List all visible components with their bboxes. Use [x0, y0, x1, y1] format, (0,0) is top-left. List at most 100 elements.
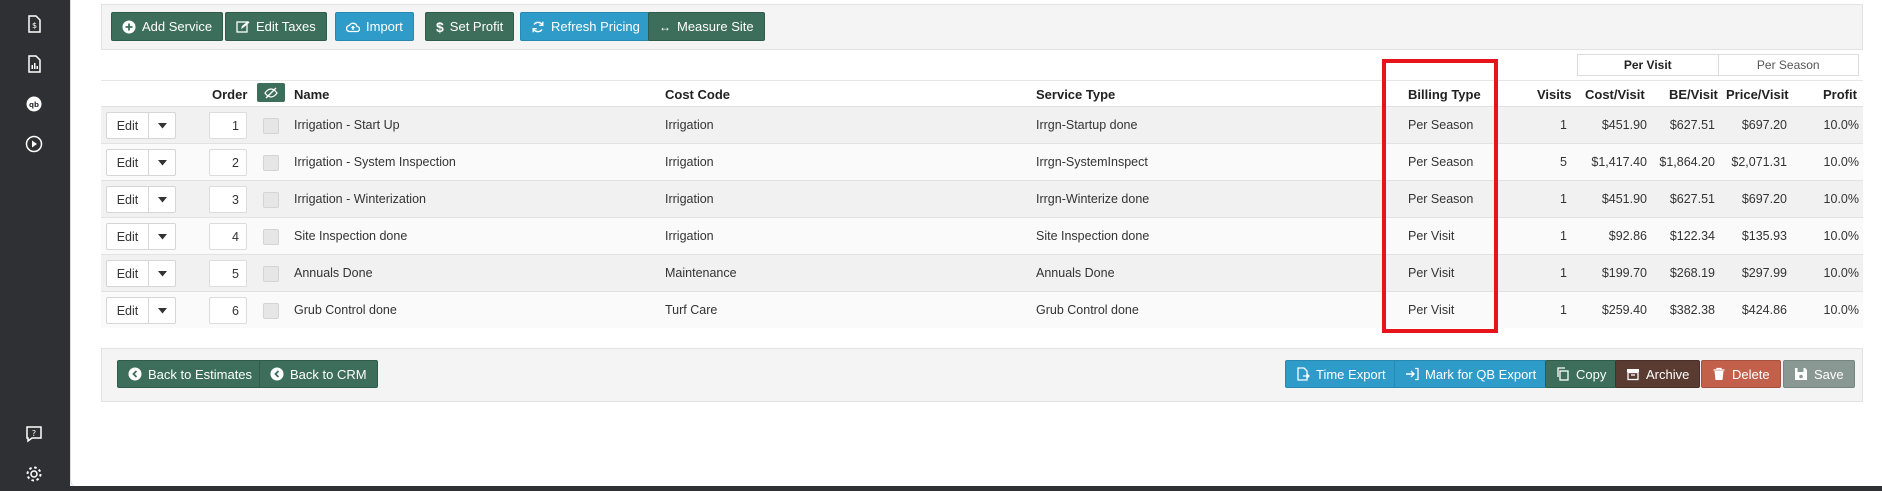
- profit: 10.0%: [1823, 303, 1859, 317]
- row-checkbox[interactable]: [263, 155, 279, 171]
- row-edit-group: Edit: [106, 260, 176, 287]
- sign-in-icon: [1406, 367, 1419, 381]
- per-visit-toggle[interactable]: Per Visit: [1578, 55, 1719, 75]
- service-name: Grub Control done: [294, 303, 397, 317]
- archive-icon: [1627, 369, 1639, 381]
- col-service-type[interactable]: Service Type: [1036, 87, 1115, 102]
- refresh-icon: [532, 21, 544, 32]
- edit-taxes-button[interactable]: Edit Taxes: [225, 12, 327, 41]
- row-edit-button[interactable]: Edit: [107, 113, 149, 138]
- invoice-icon[interactable]: $: [22, 12, 46, 36]
- help-icon[interactable]: ?: [22, 422, 46, 446]
- gear-icon[interactable]: [22, 462, 46, 486]
- row-menu-caret[interactable]: [149, 187, 175, 212]
- add-service-button[interactable]: Add Service: [111, 12, 224, 41]
- cost-per-visit: $92.86: [1608, 229, 1647, 243]
- col-be-visit[interactable]: BE/Visit: [1669, 87, 1718, 102]
- delete-button[interactable]: Delete: [1701, 360, 1781, 388]
- cost-per-visit: $199.70: [1601, 266, 1647, 280]
- col-name[interactable]: Name: [294, 87, 329, 102]
- row-menu-caret[interactable]: [149, 224, 175, 249]
- row-checkbox[interactable]: [263, 118, 279, 134]
- caret-down-icon: [157, 122, 167, 128]
- per-season-toggle[interactable]: Per Season: [1719, 55, 1859, 75]
- svg-text:$: $: [32, 21, 37, 30]
- row-edit-group: Edit: [106, 112, 176, 139]
- cost-per-visit: $1,417.40: [1591, 155, 1647, 169]
- col-profit[interactable]: Profit: [1823, 87, 1857, 102]
- col-billing-type[interactable]: Billing Type: [1408, 87, 1481, 102]
- service-type: Grub Control done: [1036, 303, 1139, 317]
- cost-code: Irrigation: [665, 192, 714, 206]
- col-cost-visit[interactable]: Cost/Visit: [1585, 87, 1645, 102]
- refresh-pricing-button[interactable]: Refresh Pricing: [520, 12, 651, 41]
- copy-button[interactable]: Copy: [1545, 360, 1618, 388]
- cost-per-visit: $451.90: [1601, 118, 1647, 132]
- col-order[interactable]: Order: [212, 87, 247, 102]
- order-input[interactable]: 3: [209, 186, 247, 213]
- table-row: Edit 6 Grub Control done Turf Care Grub Cont…: [101, 291, 1863, 328]
- price-per-visit: $424.86: [1741, 303, 1787, 317]
- order-input[interactable]: 4: [209, 223, 247, 250]
- row-checkbox[interactable]: [263, 192, 279, 208]
- order-input[interactable]: 2: [209, 149, 247, 176]
- cost-code: Turf Care: [665, 303, 718, 317]
- service-type: Site Inspection done: [1036, 229, 1150, 243]
- archive-label: Archive: [1646, 366, 1690, 382]
- row-checkbox[interactable]: [263, 266, 279, 282]
- visits: 1: [1560, 192, 1567, 206]
- import-button[interactable]: Import: [335, 12, 414, 41]
- profit: 10.0%: [1823, 155, 1859, 169]
- table-header: Order Name Cost Code Service Type Billin…: [101, 80, 1863, 106]
- caret-down-icon: [157, 233, 167, 239]
- play-icon[interactable]: [22, 132, 46, 156]
- mark-for-qb-export-button[interactable]: Mark for QB Export: [1394, 360, 1548, 388]
- be-per-visit: $1,864.20: [1659, 155, 1715, 169]
- row-edit-button[interactable]: Edit: [107, 298, 149, 323]
- row-edit-button[interactable]: Edit: [107, 261, 149, 286]
- row-menu-caret[interactable]: [149, 113, 175, 138]
- cloud-upload-icon: [346, 22, 360, 32]
- col-price-visit[interactable]: Price/Visit: [1726, 87, 1789, 102]
- row-edit-button[interactable]: Edit: [107, 187, 149, 212]
- eye-slash-icon[interactable]: [257, 83, 285, 102]
- report-icon[interactable]: [22, 52, 46, 76]
- cost-code: Irrigation: [665, 155, 714, 169]
- copy-icon: [1557, 367, 1569, 381]
- row-menu-caret[interactable]: [149, 298, 175, 323]
- refresh-pricing-label: Refresh Pricing: [551, 19, 640, 34]
- quickbooks-icon[interactable]: qb: [22, 92, 46, 116]
- price-per-visit: $135.93: [1741, 229, 1787, 243]
- time-export-label: Time Export: [1316, 366, 1386, 382]
- back-to-estimates-button[interactable]: Back to Estimates: [117, 360, 264, 388]
- row-checkbox[interactable]: [263, 303, 279, 319]
- order-input[interactable]: 5: [209, 260, 247, 287]
- row-edit-group: Edit: [106, 297, 176, 324]
- col-cost-code[interactable]: Cost Code: [665, 87, 730, 102]
- time-export-button[interactable]: Time Export: [1285, 360, 1397, 388]
- measure-site-button[interactable]: ↔ Measure Site: [648, 12, 765, 41]
- profit: 10.0%: [1823, 266, 1859, 280]
- order-input[interactable]: 1: [209, 112, 247, 139]
- order-input[interactable]: 6: [209, 297, 247, 324]
- col-visits[interactable]: Visits: [1537, 87, 1571, 102]
- caret-down-icon: [157, 159, 167, 165]
- row-edit-button[interactable]: Edit: [107, 150, 149, 175]
- row-menu-caret[interactable]: [149, 150, 175, 175]
- row-edit-group: Edit: [106, 149, 176, 176]
- back-circle-icon: [128, 367, 142, 381]
- action-footer: Back to Estimates Back to CRM Time Expor…: [101, 348, 1863, 402]
- save-button[interactable]: Save: [1783, 360, 1855, 388]
- billing-type: Per Season: [1408, 192, 1474, 206]
- row-edit-button[interactable]: Edit: [107, 224, 149, 249]
- set-profit-button[interactable]: $ Set Profit: [425, 12, 515, 41]
- be-per-visit: $627.51: [1669, 192, 1715, 206]
- row-checkbox[interactable]: [263, 229, 279, 245]
- archive-button[interactable]: Archive: [1615, 360, 1701, 388]
- svg-text:?: ?: [32, 429, 36, 438]
- row-menu-caret[interactable]: [149, 261, 175, 286]
- plus-circle-icon: [122, 20, 136, 33]
- back-to-crm-button[interactable]: Back to CRM: [259, 360, 378, 388]
- cost-per-visit: $451.90: [1601, 192, 1647, 206]
- billing-type: Per Visit: [1408, 229, 1455, 243]
